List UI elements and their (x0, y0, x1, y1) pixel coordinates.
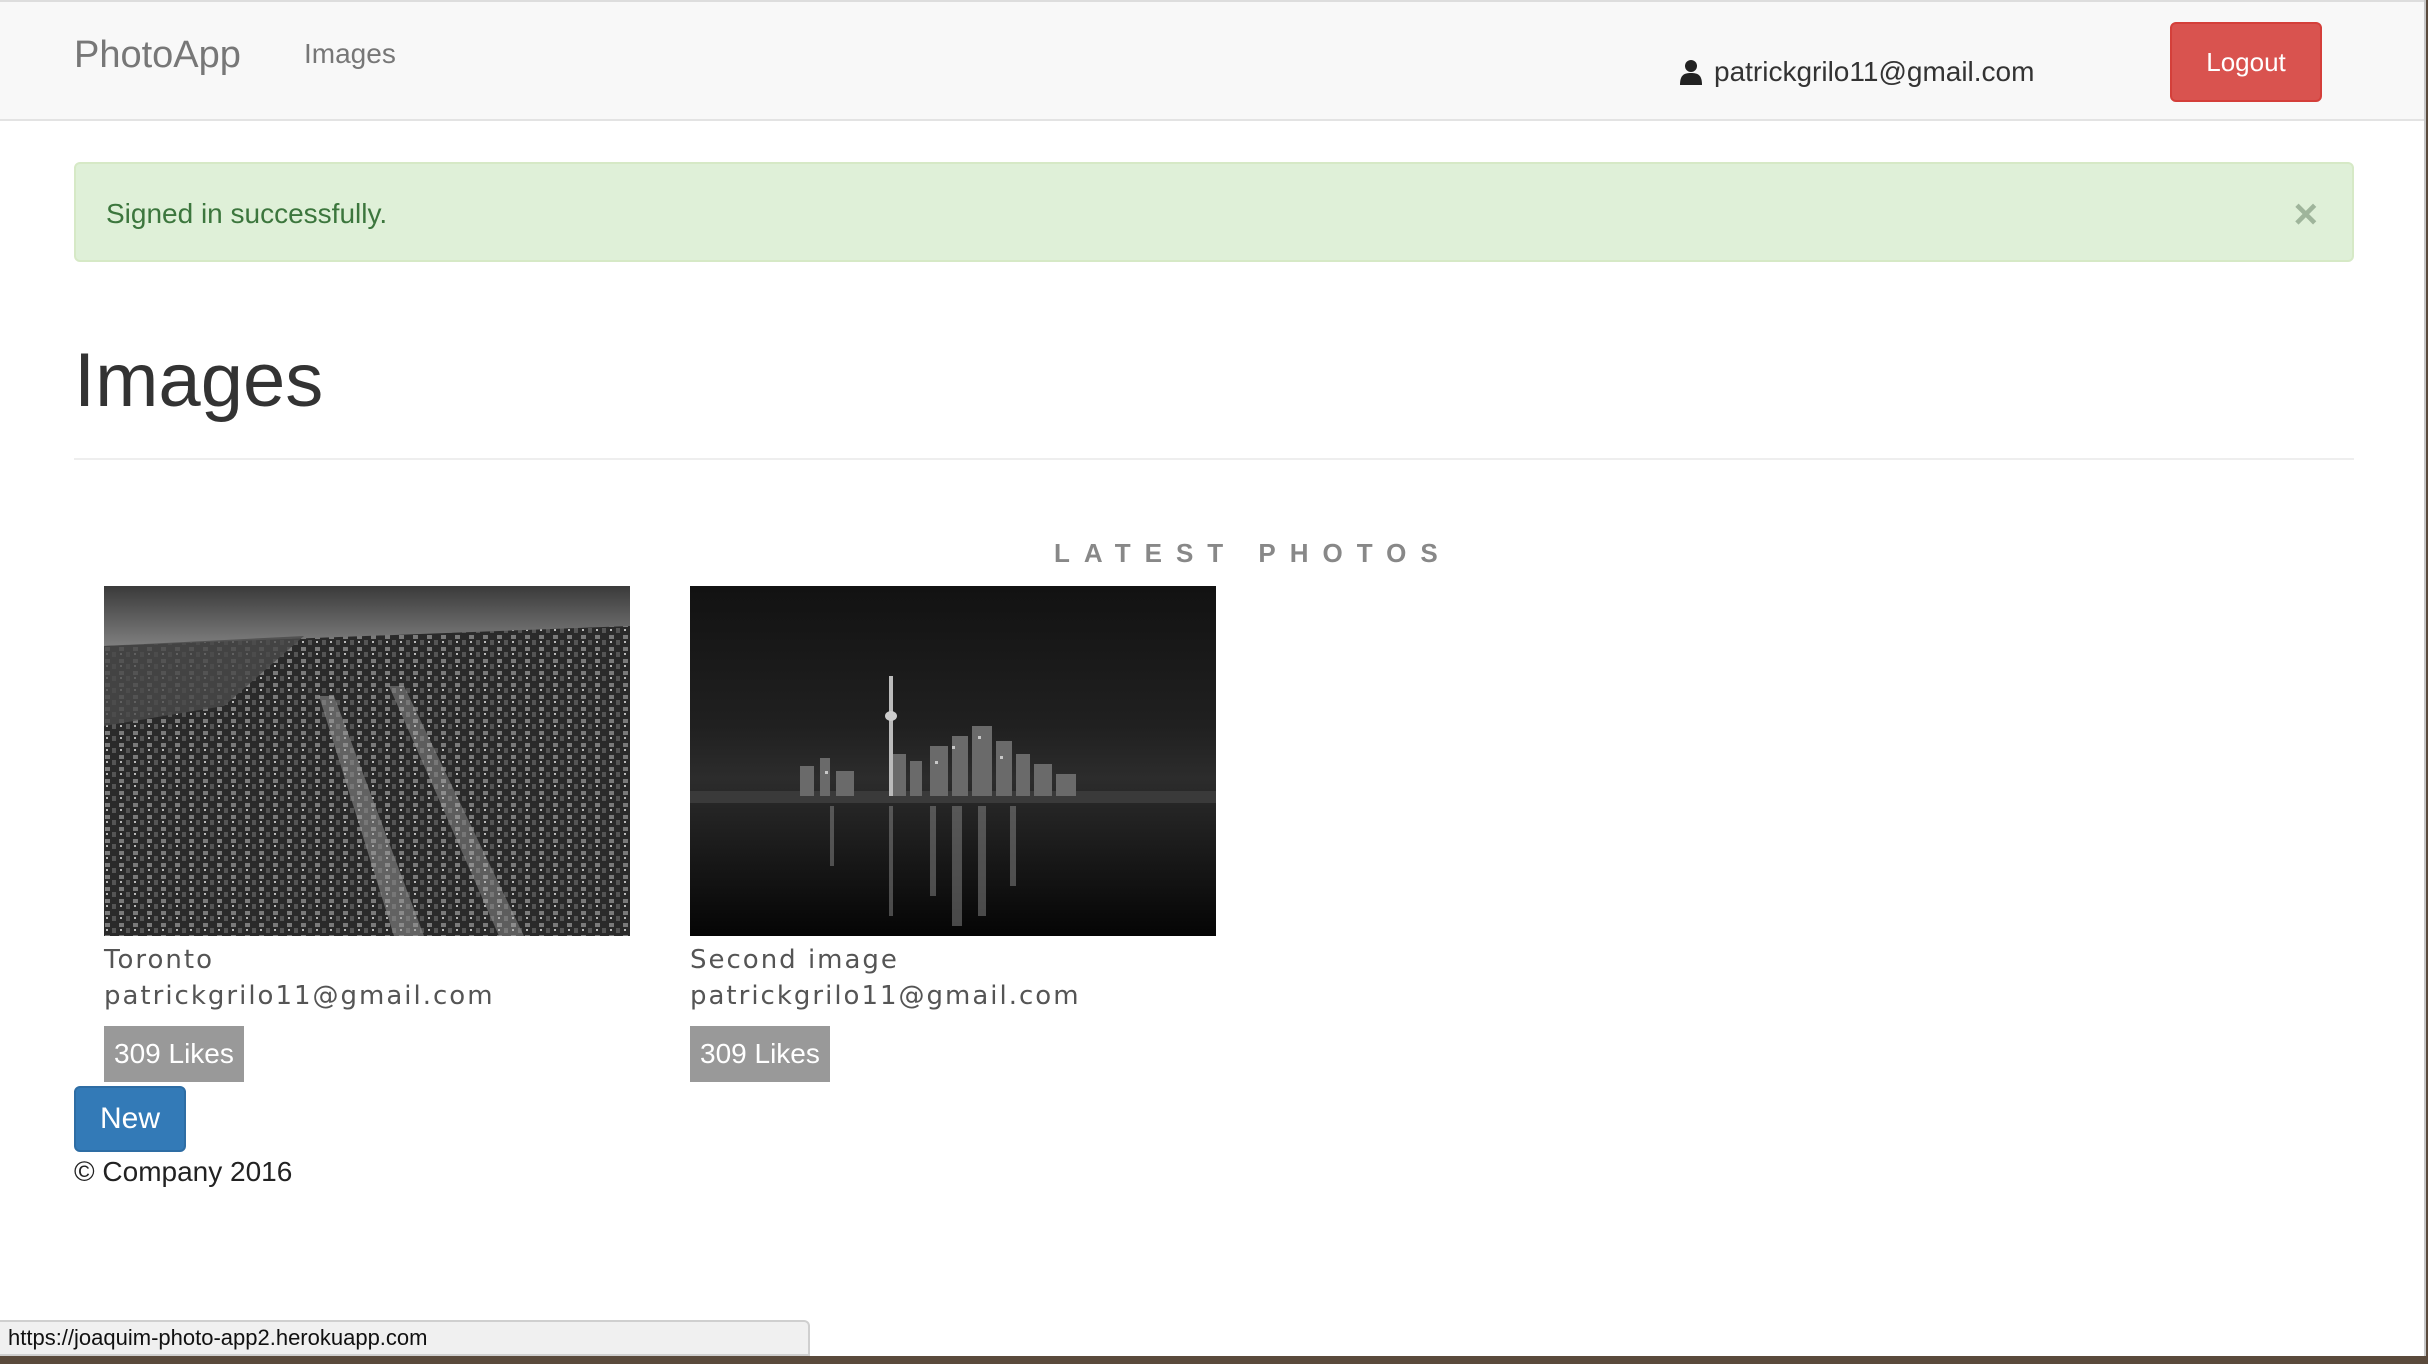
close-icon[interactable]: × (2293, 190, 2318, 238)
image-author: patrickgrilo11@gmail.com (690, 981, 1081, 1011)
image-author: patrickgrilo11@gmail.com (104, 981, 495, 1011)
likes-badge: 309 Likes (104, 1026, 244, 1082)
browser-window: PhotoApp Images patrickgrilo11@gmail.com… (0, 0, 2426, 1356)
user-icon (1680, 60, 1702, 85)
logout-button[interactable]: Logout (2170, 22, 2322, 102)
divider (74, 458, 2354, 460)
image-caption[interactable]: Toronto (104, 942, 634, 978)
likes-badge: 309 Likes (690, 1026, 830, 1082)
footer-copyright: © Company 2016 (74, 1156, 293, 1187)
user-email: patrickgrilo11@gmail.com (1714, 56, 2035, 87)
new-image-button[interactable]: New (74, 1086, 186, 1152)
image-caption[interactable]: Second image (690, 942, 1220, 978)
navbar: PhotoApp Images patrickgrilo11@gmail.com… (0, 0, 2424, 121)
status-bar-url: https://joaquim-photo-app2.herokuapp.com (0, 1320, 810, 1356)
nav-link-images[interactable]: Images (304, 34, 396, 74)
image-thumbnail[interactable] (690, 586, 1216, 936)
success-alert: Signed in successfully. × (74, 162, 2354, 262)
image-thumbnail[interactable] (104, 586, 630, 936)
alert-message: Signed in successfully. (106, 198, 388, 229)
image-card: Toronto patrickgrilo11@gmail.com 309 Lik… (104, 586, 634, 1082)
section-title: LATEST PHOTOS (1054, 538, 1452, 568)
page-title: Images (74, 338, 324, 423)
image-card: Second image patrickgrilo11@gmail.com 30… (690, 586, 1220, 1082)
current-user: patrickgrilo11@gmail.com (1680, 52, 2034, 92)
brand-link[interactable]: PhotoApp (74, 30, 241, 80)
